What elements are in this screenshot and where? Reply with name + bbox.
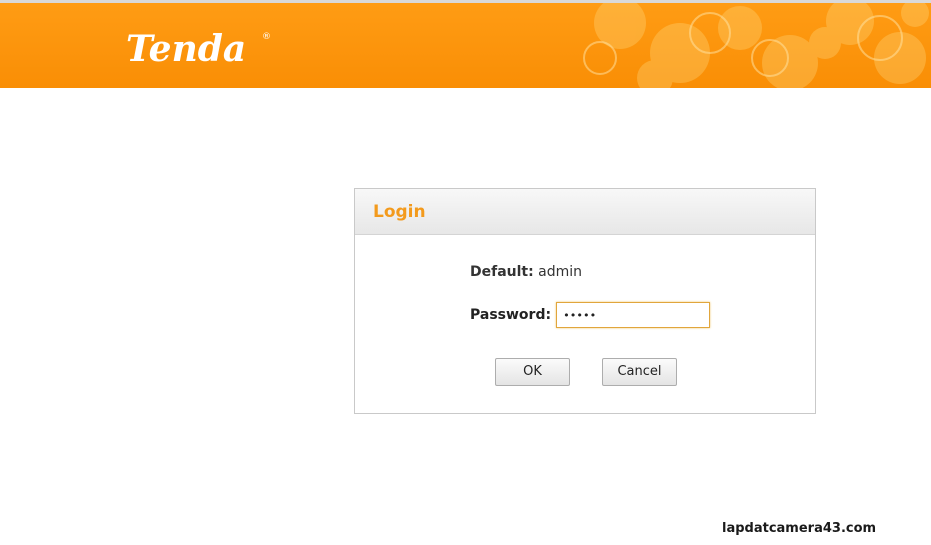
logo-text: Tenda: [126, 28, 246, 70]
default-info-row: Default: admin: [470, 264, 582, 280]
default-label: Default:: [470, 264, 534, 280]
password-input[interactable]: [556, 302, 711, 328]
tenda-logo: Tenda ®: [126, 28, 271, 70]
bokeh-decoration: [583, 3, 929, 88]
password-label: Password:: [470, 307, 552, 323]
header-banner: Tenda ®: [0, 3, 931, 88]
ok-button[interactable]: OK: [495, 358, 570, 386]
login-title: Login: [373, 202, 426, 222]
default-value: admin: [538, 264, 583, 280]
login-panel: Login Default: admin Password: OK Cancel: [354, 188, 816, 414]
watermark-text: lapdatcamera43.com: [722, 521, 877, 536]
cancel-button[interactable]: Cancel: [602, 358, 677, 386]
svg-text:®: ®: [262, 32, 271, 42]
login-title-bar: Login: [355, 189, 815, 235]
password-row: Password:: [470, 301, 711, 329]
